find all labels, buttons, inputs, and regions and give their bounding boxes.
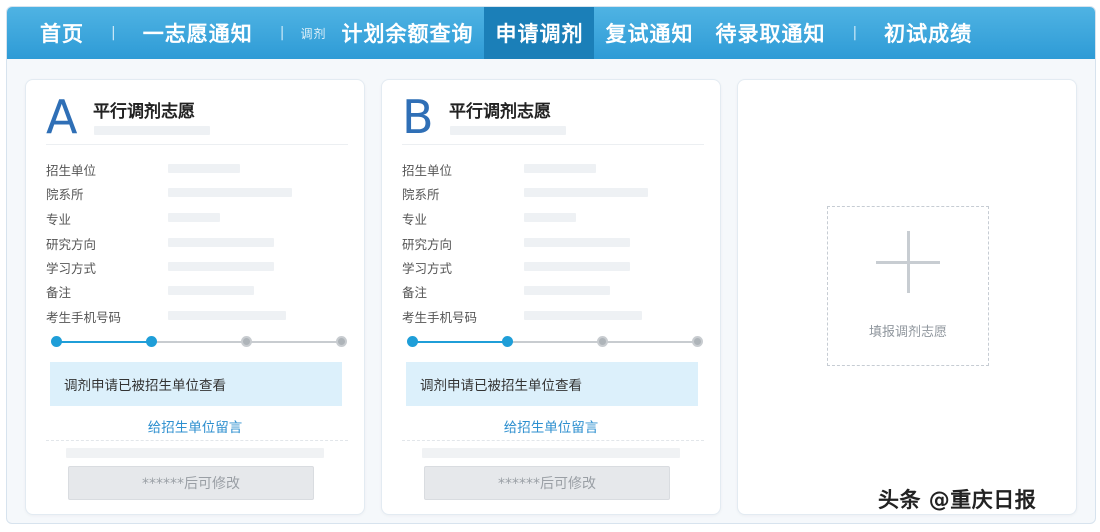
nav-separator: | (111, 25, 116, 41)
field-value-placeholder (168, 188, 292, 197)
field-label-study-mode: 学习方式 (46, 261, 97, 276)
edit-button-disabled[interactable]: ******后可修改 (424, 466, 670, 500)
app-frame: 首页 | 一志愿通知 | 调剂 计划余额查询 申请调剂 复试通知 待录取通知 |… (6, 6, 1096, 524)
field-label-major: 专业 (402, 212, 428, 227)
field-label-major: 专业 (46, 212, 72, 227)
nav-apply-adjustment[interactable]: 申请调剂 (484, 7, 595, 59)
field-value-placeholder (524, 262, 630, 271)
field-value-placeholder (524, 164, 596, 173)
title-placeholder-bar (94, 126, 210, 135)
title-placeholder-bar (450, 126, 566, 135)
divider (46, 144, 348, 145)
progress-step (692, 336, 703, 347)
progress-step (336, 336, 347, 347)
status-notice: 调剂申请已被招生单位查看 (50, 362, 342, 406)
nav-separator: | (279, 25, 285, 41)
card-letter: A (46, 90, 78, 144)
divider (46, 440, 348, 441)
nav-separator: | (852, 25, 858, 41)
field-value-placeholder (524, 311, 642, 320)
field-value-placeholder (524, 238, 630, 247)
plus-icon (876, 261, 940, 264)
card-title: 平行调剂志愿 (449, 102, 551, 122)
footer-placeholder-bar (66, 448, 324, 458)
field-label-phone: 考生手机号码 (402, 310, 478, 325)
progress-step (146, 336, 157, 347)
divider (402, 440, 704, 441)
progress-step (597, 336, 608, 347)
field-value-placeholder (524, 286, 610, 295)
progress-step (407, 336, 418, 347)
field-label-remarks: 备注 (402, 285, 428, 300)
nav-home[interactable]: 首页 (29, 7, 95, 59)
divider (402, 144, 704, 145)
add-choice-label: 填报调剂志愿 (868, 325, 947, 340)
choice-card-a: A 平行调剂志愿 招生单位 院系所 专业 研究方向 学习方式 备注 考生手机号码… (25, 79, 365, 515)
field-label-phone: 考生手机号码 (46, 310, 122, 325)
field-label-study-mode: 学习方式 (402, 261, 453, 276)
field-value-placeholder (168, 262, 274, 271)
message-unit-link[interactable]: 给招生单位留言 (382, 416, 720, 436)
status-notice: 调剂申请已被招生单位查看 (406, 362, 698, 406)
card-title: 平行调剂志愿 (93, 102, 195, 122)
field-label-department: 院系所 (402, 187, 440, 202)
field-label-department: 院系所 (46, 187, 84, 202)
field-value-placeholder (524, 188, 648, 197)
edit-button-disabled[interactable]: ******后可修改 (68, 466, 314, 500)
field-value-placeholder (168, 164, 240, 173)
choice-card-b: B 平行调剂志愿 招生单位 院系所 专业 研究方向 学习方式 备注 考生手机号码… (381, 79, 721, 515)
watermark: 头条 @重庆日报 (878, 488, 1037, 512)
field-label-research-direction: 研究方向 (402, 237, 453, 252)
nav-first-choice-notice[interactable]: 一志愿通知 (132, 7, 264, 59)
field-value-placeholder (168, 213, 220, 222)
card-letter: B (402, 90, 434, 144)
progress-step (502, 336, 513, 347)
top-navbar: 首页 | 一志愿通知 | 调剂 计划余额查询 申请调剂 复试通知 待录取通知 |… (7, 7, 1095, 59)
progress-step (241, 336, 252, 347)
field-value-placeholder (168, 238, 274, 247)
field-value-placeholder (524, 213, 576, 222)
progress-track-done (412, 341, 508, 343)
progress-step (51, 336, 62, 347)
progress-track-done (56, 341, 152, 343)
field-label-unit: 招生单位 (46, 163, 97, 178)
nav-preliminary-scores[interactable]: 初试成绩 (873, 7, 983, 59)
footer-placeholder-bar (422, 448, 680, 458)
field-value-placeholder (168, 311, 286, 320)
add-choice-card: 填报调剂志愿 (737, 79, 1077, 515)
add-choice-button[interactable]: 填报调剂志愿 (827, 206, 989, 366)
nav-retest-notice[interactable]: 复试通知 (594, 7, 704, 59)
nav-quota-query[interactable]: 计划余额查询 (330, 7, 484, 59)
field-value-placeholder (168, 286, 254, 295)
nav-admission-notice[interactable]: 待录取通知 (704, 7, 836, 59)
field-label-research-direction: 研究方向 (46, 237, 97, 252)
message-unit-link[interactable]: 给招生单位留言 (26, 416, 364, 436)
field-label-unit: 招生单位 (402, 163, 453, 178)
nav-quota-prefix: 调剂 (300, 26, 327, 41)
field-label-remarks: 备注 (46, 285, 72, 300)
